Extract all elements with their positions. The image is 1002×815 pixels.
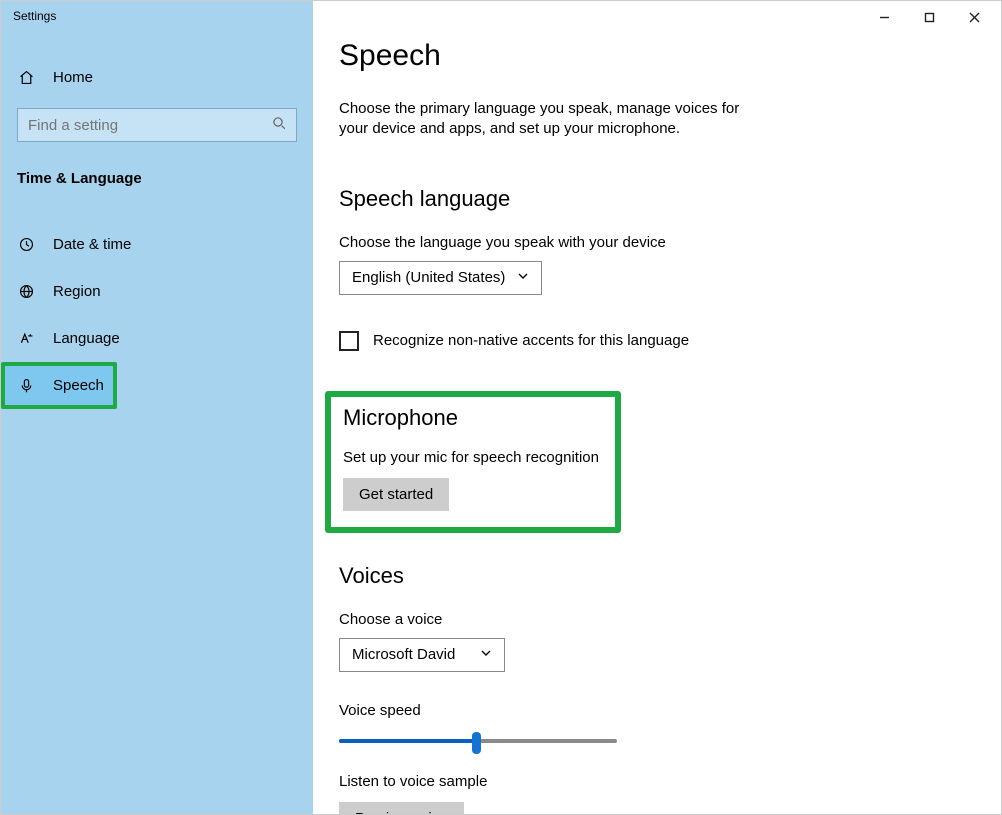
sidebar-item-language[interactable]: Language	[17, 315, 297, 362]
sidebar-item-label: Language	[53, 330, 120, 347]
main-content: Speech Choose the primary language you s…	[313, 1, 1001, 814]
clock-icon	[17, 236, 35, 253]
close-button[interactable]	[952, 3, 997, 31]
sidebar-item-label: Region	[53, 283, 101, 300]
speech-language-dropdown[interactable]: English (United States)	[339, 261, 542, 295]
accents-checkbox-row[interactable]: Recognize non-native accents for this la…	[339, 331, 953, 351]
checkbox-label: Recognize non-native accents for this la…	[373, 332, 689, 349]
speech-language-label: Choose the language you speak with your …	[339, 234, 953, 251]
voice-speed-slider[interactable]	[339, 731, 617, 751]
sidebar-item-date-time[interactable]: Date & time	[17, 221, 297, 268]
dropdown-value: English (United States)	[352, 269, 505, 286]
window-title-text: Settings	[13, 9, 56, 23]
slider-fill	[339, 739, 475, 743]
voice-speed-label: Voice speed	[339, 702, 953, 719]
microphone-section: Microphone Set up your mic for speech re…	[325, 391, 621, 533]
voice-dropdown[interactable]: Microsoft David	[339, 638, 505, 672]
section-microphone: Microphone	[343, 405, 603, 431]
microphone-icon	[17, 377, 35, 394]
section-voices: Voices	[339, 563, 953, 589]
sidebar-section-title: Time & Language	[17, 170, 297, 187]
intro-text: Choose the primary language you speak, m…	[339, 99, 769, 140]
slider-thumb[interactable]	[472, 732, 481, 754]
sidebar-home-label: Home	[53, 69, 93, 86]
sidebar-item-speech[interactable]: Speech	[1, 362, 117, 409]
listen-label: Listen to voice sample	[339, 773, 953, 790]
sidebar: Settings Home Time & Language	[1, 1, 313, 814]
chevron-down-icon	[480, 646, 492, 663]
microphone-desc: Set up your mic for speech recognition	[343, 449, 603, 466]
checkbox-icon[interactable]	[339, 331, 359, 351]
sidebar-item-label: Speech	[53, 377, 104, 394]
search-icon	[272, 116, 287, 134]
language-icon	[17, 330, 35, 347]
window-title: Settings	[1, 1, 313, 31]
voice-choose-label: Choose a voice	[339, 611, 953, 628]
search-wrap	[17, 108, 297, 142]
sidebar-home[interactable]: Home	[17, 61, 297, 94]
globe-icon	[17, 283, 35, 300]
sidebar-item-label: Date & time	[53, 236, 131, 253]
search-input[interactable]	[17, 108, 297, 142]
get-started-button[interactable]: Get started	[343, 478, 449, 511]
maximize-button[interactable]	[907, 3, 952, 31]
dropdown-value: Microsoft David	[352, 646, 455, 663]
section-speech-language: Speech language	[339, 186, 953, 212]
sidebar-item-region[interactable]: Region	[17, 268, 297, 315]
preview-voice-button[interactable]: Preview voice	[339, 802, 464, 815]
page-title: Speech	[339, 39, 953, 73]
home-icon	[17, 69, 35, 86]
minimize-button[interactable]	[862, 3, 907, 31]
chevron-down-icon	[517, 269, 529, 286]
